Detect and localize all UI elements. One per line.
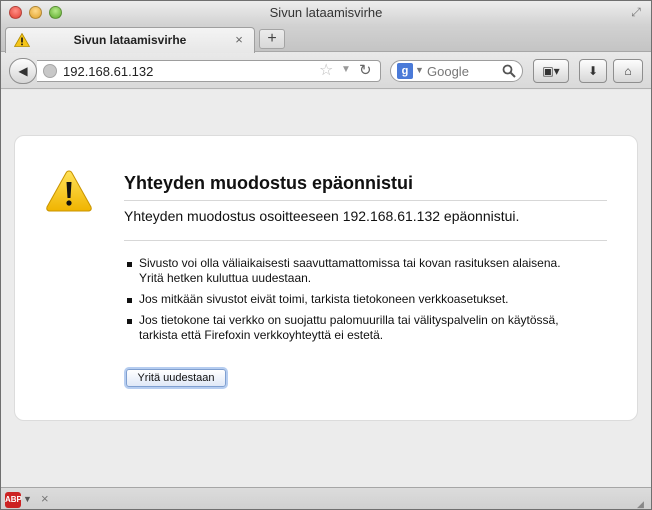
- downloads-button[interactable]: ⬇: [579, 59, 607, 83]
- search-input[interactable]: Google: [427, 61, 469, 82]
- search-bar[interactable]: g ▼ Google: [390, 60, 523, 82]
- browser-window: Sivun lataamisvirhe ⤢ Sivun lataamisvirh…: [0, 0, 652, 510]
- bookmark-star-icon[interactable]: ☆: [319, 62, 333, 80]
- tab-strip: Sivun lataamisvirhe × +: [1, 25, 651, 53]
- tab-active[interactable]: Sivun lataamisvirhe ×: [5, 27, 255, 53]
- zoom-window-button[interactable]: [49, 6, 62, 19]
- navigation-toolbar: ◀ 192.168.61.132 ☆ ▼ ↻ g ▼ Google ▣▾ ⬇ ⌂: [1, 53, 651, 89]
- google-icon[interactable]: g: [397, 63, 413, 79]
- warning-icon: [46, 170, 92, 212]
- home-icon: ⌂: [624, 64, 632, 78]
- reload-icon[interactable]: ↻: [359, 62, 372, 80]
- list-item: Sivusto voi olla väliaikaisesti saavutta…: [127, 256, 587, 286]
- search-icon[interactable]: [502, 64, 516, 78]
- title-bar[interactable]: Sivun lataamisvirhe ⤢: [1, 1, 651, 25]
- error-container: Yhteyden muodostus epäonnistui Yhteyden …: [14, 135, 638, 421]
- new-tab-button[interactable]: +: [259, 29, 285, 49]
- fullscreen-icon[interactable]: ⤢: [629, 5, 643, 19]
- url-text[interactable]: 192.168.61.132: [63, 61, 153, 82]
- download-icon: ⬇: [587, 64, 599, 78]
- resize-grip-icon[interactable]: ◢: [637, 499, 647, 509]
- url-history-dropdown-icon[interactable]: ▼: [341, 64, 351, 75]
- close-window-button[interactable]: [9, 6, 22, 19]
- error-description: Yhteyden muodostus osoitteeseen 192.168.…: [124, 208, 607, 241]
- minimize-window-button[interactable]: [29, 6, 42, 19]
- close-addon-bar-icon[interactable]: ×: [41, 491, 49, 506]
- list-item: Jos mitkään sivustot eivät toimi, tarkis…: [127, 292, 587, 307]
- search-engine-dropdown-icon[interactable]: ▼: [415, 65, 424, 75]
- tab-close-icon[interactable]: ×: [232, 33, 246, 47]
- error-suggestions-list: Sivusto voi olla väliaikaisesti saavutta…: [127, 256, 587, 349]
- bookmarks-icon: ▣▾: [542, 64, 560, 78]
- error-title: Yhteyden muodostus epäonnistui: [124, 173, 607, 201]
- bookmarks-button[interactable]: ▣▾: [533, 59, 569, 83]
- adblock-icon[interactable]: ABP: [5, 492, 22, 508]
- status-bar: ABP ▼ × ◢: [1, 487, 651, 509]
- adblock-dropdown-icon[interactable]: ▼: [23, 494, 32, 504]
- retry-button[interactable]: Yritä uudestaan: [126, 369, 226, 387]
- home-button[interactable]: ⌂: [613, 59, 643, 83]
- back-button[interactable]: ◀: [9, 58, 37, 84]
- globe-icon: [43, 64, 57, 78]
- list-item: Jos tietokone tai verkko on suojattu pal…: [127, 313, 587, 343]
- page-content: Yhteyden muodostus epäonnistui Yhteyden …: [1, 90, 651, 487]
- tab-label: Sivun lataamisvirhe: [73, 33, 187, 47]
- warning-icon: [14, 33, 30, 47]
- window-title: Sivun lataamisvirhe: [269, 5, 383, 20]
- url-bar[interactable]: 192.168.61.132 ☆ ▼ ↻: [37, 60, 381, 82]
